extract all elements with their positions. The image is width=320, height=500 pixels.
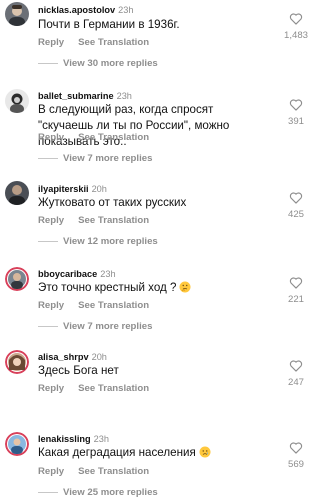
reply-button[interactable]: Reply <box>38 132 64 143</box>
heart-icon <box>289 277 303 289</box>
reply-button[interactable]: Reply <box>38 300 64 311</box>
heart-icon <box>289 13 303 25</box>
divider-line <box>38 62 58 64</box>
timestamp: 23h <box>93 434 109 444</box>
reply-button[interactable]: Reply <box>38 37 64 48</box>
profile-photo-icon <box>5 2 29 26</box>
see-translation-button[interactable]: See Translation <box>78 466 149 477</box>
reply-button[interactable]: Reply <box>38 215 64 226</box>
comment-header: lenakissling 23h <box>38 433 109 445</box>
reply-button[interactable]: Reply <box>38 466 64 477</box>
avatar[interactable] <box>5 267 29 291</box>
comment-text-content: Здесь Бога нет <box>38 364 119 377</box>
username[interactable]: lenakissling <box>38 434 91 444</box>
see-translation-button[interactable]: See Translation <box>78 215 149 226</box>
like-count: 425 <box>287 209 304 220</box>
profile-photo-icon <box>5 267 29 291</box>
view-more-replies-label: View 25 more replies <box>63 487 158 498</box>
comment-actions: Reply See Translation <box>38 300 149 312</box>
avatar[interactable] <box>5 350 29 374</box>
view-more-replies-label: View 12 more replies <box>63 236 158 247</box>
comment-header: bboycaribace 23h <box>38 268 116 280</box>
comment-actions: Reply See Translation <box>38 132 149 144</box>
view-more-replies-label: View 7 more replies <box>63 153 153 164</box>
view-more-replies-button[interactable]: View 30 more replies <box>38 58 158 70</box>
profile-photo-icon <box>5 350 29 374</box>
sad-face-icon <box>199 446 211 458</box>
timestamp: 23h <box>118 5 134 15</box>
comment-header: ballet_submarine 23h <box>38 90 132 102</box>
view-more-replies-button[interactable]: View 12 more replies <box>38 236 158 248</box>
view-more-replies-button[interactable]: View 7 more replies <box>38 321 152 333</box>
divider-line <box>38 240 58 242</box>
like-button[interactable]: 1,483 <box>277 12 315 42</box>
divider-line <box>38 491 58 493</box>
see-translation-button[interactable]: See Translation <box>78 132 149 143</box>
comment-text: Жутковато от таких русских <box>38 195 263 211</box>
like-button[interactable]: 221 <box>277 276 315 306</box>
comment-text-content: Это точно крестный ход ? <box>38 281 177 294</box>
avatar[interactable] <box>5 89 29 113</box>
profile-photo-icon <box>5 181 29 205</box>
comment-text: Это точно крестный ход ? <box>38 280 263 296</box>
like-button[interactable]: 425 <box>277 191 315 221</box>
divider-line <box>38 325 58 327</box>
like-button[interactable]: 569 <box>277 441 315 471</box>
reply-button[interactable]: Reply <box>38 383 64 394</box>
comment-actions: Reply See Translation <box>38 215 149 227</box>
thinking-face-icon <box>179 281 191 293</box>
comment-text: Какая деградация населения <box>38 445 263 461</box>
comment-text: Здесь Бога нет <box>38 363 263 379</box>
heart-icon <box>289 442 303 454</box>
like-count: 247 <box>287 377 304 388</box>
avatar[interactable] <box>5 2 29 26</box>
profile-photo-icon <box>5 89 29 113</box>
heart-icon <box>289 360 303 372</box>
view-more-replies-label: View 30 more replies <box>63 58 158 69</box>
see-translation-button[interactable]: See Translation <box>78 300 149 311</box>
divider-line <box>38 157 58 159</box>
see-translation-button[interactable]: See Translation <box>78 383 149 394</box>
comment-text-content: Жутковато от таких русских <box>38 196 187 209</box>
username[interactable]: bboycaribace <box>38 269 97 279</box>
heart-icon <box>289 192 303 204</box>
like-button[interactable]: 391 <box>277 98 315 128</box>
like-count: 1,483 <box>283 30 308 41</box>
timestamp: 20h <box>91 184 107 194</box>
like-count: 569 <box>287 459 304 470</box>
comment-actions: Reply See Translation <box>38 383 149 395</box>
view-more-replies-button[interactable]: View 25 more replies <box>38 487 158 499</box>
comment-actions: Reply See Translation <box>38 37 149 49</box>
comment-actions: Reply See Translation <box>38 466 149 478</box>
like-count: 221 <box>287 294 304 305</box>
avatar[interactable] <box>5 181 29 205</box>
view-more-replies-button[interactable]: View 7 more replies <box>38 153 152 165</box>
heart-icon <box>289 99 303 111</box>
like-count: 391 <box>287 116 304 127</box>
username[interactable]: ballet_submarine <box>38 91 114 101</box>
comment-text: Почти в Германии в 1936г. <box>38 17 263 33</box>
timestamp: 20h <box>91 352 107 362</box>
avatar[interactable] <box>5 432 29 456</box>
comment-text-content: Почти в Германии в 1936г. <box>38 18 180 31</box>
username[interactable]: ilyapiterskii <box>38 184 89 194</box>
comment-text-content: Какая деградация населения <box>38 446 196 459</box>
comment-header: alisa_shrpv 20h <box>38 351 107 363</box>
timestamp: 23h <box>100 269 116 279</box>
timestamp: 23h <box>116 91 132 101</box>
like-button[interactable]: 247 <box>277 359 315 389</box>
comment-header: nicklas.apostolov 23h <box>38 4 133 16</box>
profile-photo-icon <box>5 432 29 456</box>
username[interactable]: nicklas.apostolov <box>38 5 115 15</box>
view-more-replies-label: View 7 more replies <box>63 321 153 332</box>
comment-header: ilyapiterskii 20h <box>38 183 107 195</box>
see-translation-button[interactable]: See Translation <box>78 37 149 48</box>
username[interactable]: alisa_shrpv <box>38 352 89 362</box>
